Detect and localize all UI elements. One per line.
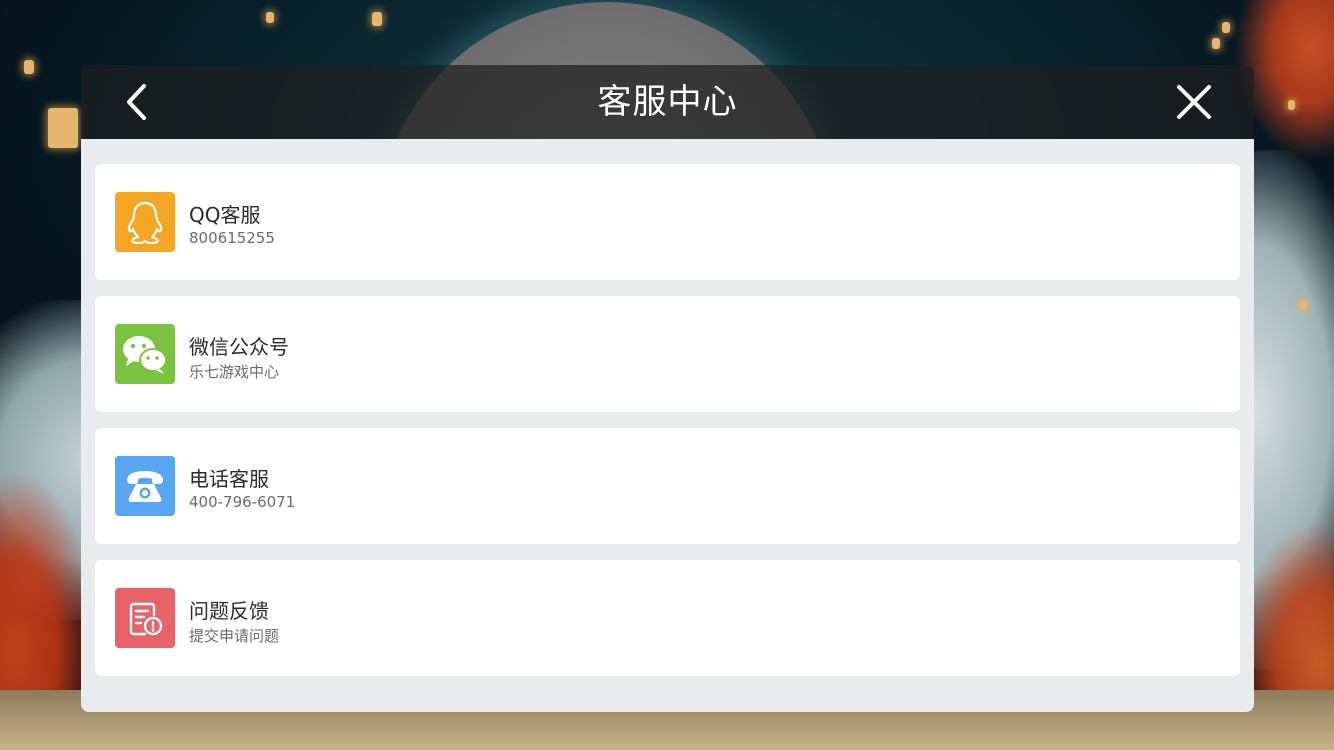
game-background: 客服中心 QQ客服 800615255 微信公众号 乐七游戏中心 电话客服 40… (0, 0, 1334, 750)
customer-service-dialog: 客服中心 QQ客服 800615255 微信公众号 乐七游戏中心 电话客服 40… (81, 65, 1254, 712)
item-title: QQ客服 (189, 203, 261, 227)
feedback-item[interactable]: 问题反馈 提交申请问题 (95, 560, 1240, 676)
item-title: 电话客服 (189, 467, 269, 491)
dialog-title: 客服中心 (597, 82, 738, 122)
back-button[interactable] (117, 81, 159, 123)
item-subtitle: 800615255 (189, 229, 275, 247)
phone-service-item[interactable]: 电话客服 400-796-6071 (95, 428, 1240, 544)
item-subtitle: 乐七游戏中心 (189, 363, 280, 381)
close-button[interactable] (1173, 81, 1215, 123)
chevron-left-icon (127, 84, 146, 120)
qq-penguin-icon (115, 192, 175, 252)
wechat-service-item[interactable]: 微信公众号 乐七游戏中心 (95, 296, 1240, 412)
wechat-icon (115, 324, 175, 384)
feedback-document-icon (115, 588, 175, 648)
lantern-decoration (1212, 38, 1220, 49)
item-title: 微信公众号 (189, 335, 289, 359)
lantern-decoration (1222, 22, 1230, 33)
lantern-decoration (266, 12, 274, 23)
item-title: 问题反馈 (189, 599, 269, 623)
lantern-decoration (24, 60, 34, 74)
lantern-decoration (1300, 300, 1307, 310)
qq-service-item[interactable]: QQ客服 800615255 (95, 164, 1240, 280)
item-subtitle: 400-796-6071 (189, 493, 296, 511)
lantern-decoration (372, 12, 382, 26)
item-subtitle: 提交申请问题 (189, 627, 280, 645)
close-icon (1177, 85, 1211, 119)
lantern-decoration (1288, 100, 1295, 110)
lantern-decoration (48, 108, 78, 148)
dialog-body: QQ客服 800615255 微信公众号 乐七游戏中心 电话客服 400-796… (81, 139, 1254, 712)
telephone-icon (115, 456, 175, 516)
dialog-header: 客服中心 (81, 65, 1254, 139)
